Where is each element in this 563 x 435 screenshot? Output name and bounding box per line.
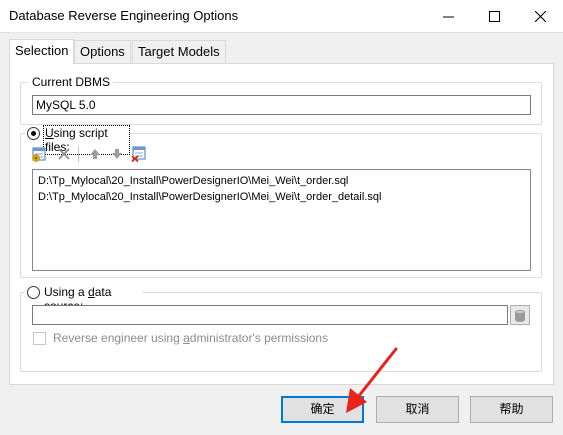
- annotation-arrow: [346, 347, 398, 413]
